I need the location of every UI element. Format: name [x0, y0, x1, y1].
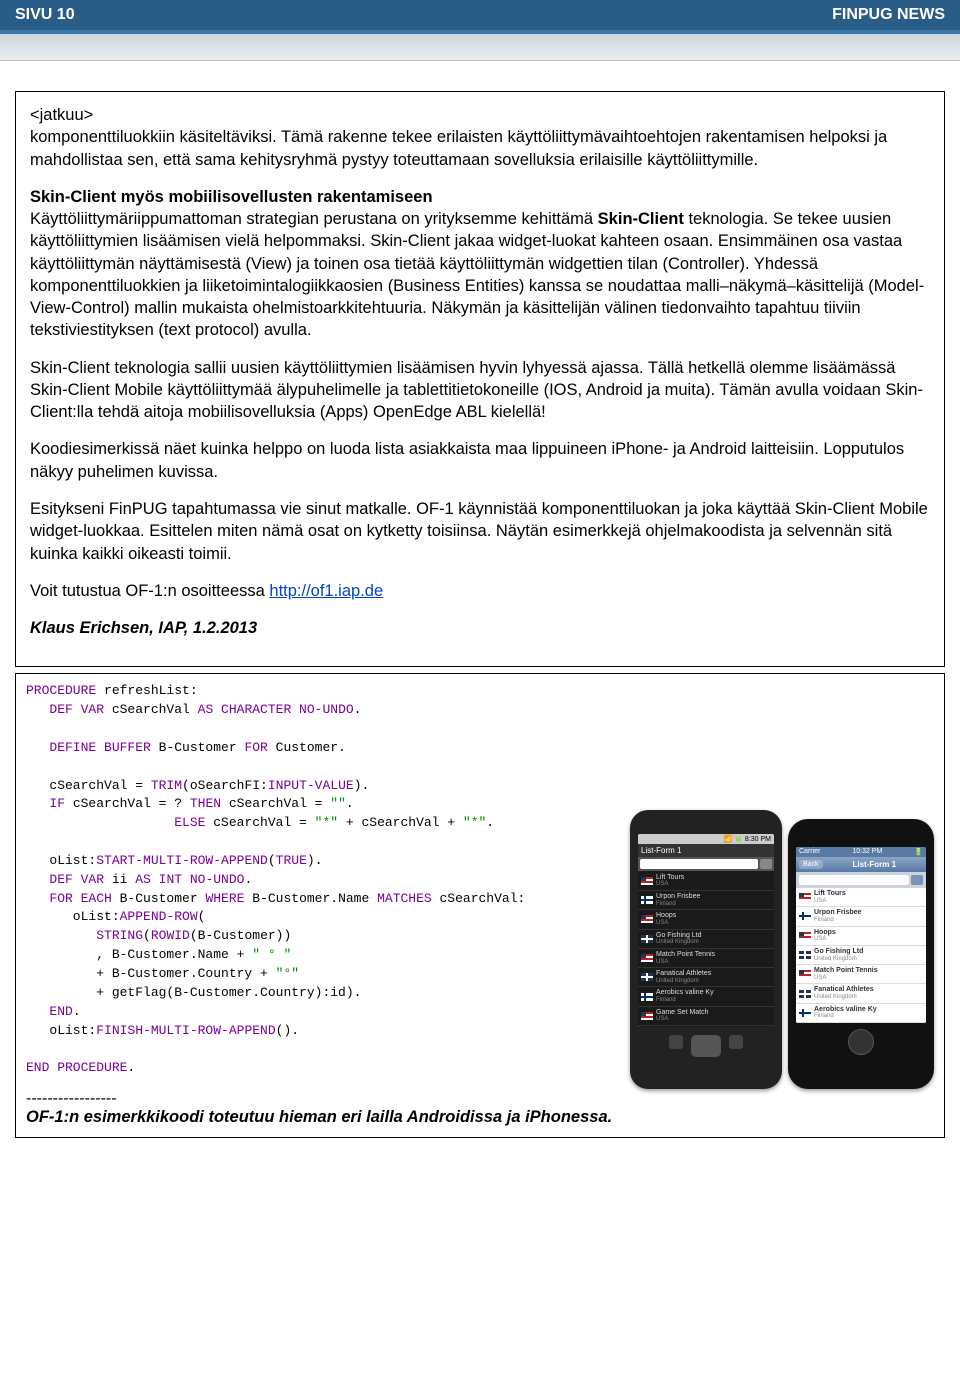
flag-icon — [641, 935, 653, 943]
paragraph-3: Skin-Client teknologia sallii uusien käy… — [30, 357, 930, 424]
iphone-list: Lift ToursUSA Urpon FrisbeeFinland HoopsUS… — [796, 888, 926, 1023]
list-item-label: Fanatical AthletesUnited Kingdom — [656, 970, 711, 984]
flag-icon — [799, 1009, 811, 1017]
flag-icon — [799, 893, 811, 901]
list-item[interactable]: Go Fishing LtdUnited Kingdom — [638, 930, 774, 949]
android-screen: 📶 🔋 8:30 PM List-Form 1 Lift ToursUSA Urp… — [638, 834, 774, 1027]
android-search-input[interactable] — [640, 859, 758, 869]
android-btn-center[interactable] — [691, 1035, 721, 1057]
list-item-label: HoopsUSA — [814, 929, 836, 943]
list-item[interactable]: Game Set MatchUSA — [638, 1007, 774, 1026]
code-footer: ----------------- OF-1:n esimerkkikoodi … — [26, 1090, 934, 1127]
of1-link[interactable]: http://of1.iap.de — [269, 582, 383, 600]
flag-icon — [641, 993, 653, 1001]
paragraph-5: Esitykseni FinPUG tapahtumassa vie sinut… — [30, 498, 930, 565]
iphone-battery-icon: 🔋 — [914, 848, 923, 856]
code-example-box: PROCEDURE refreshList: DEF VAR cSearchVa… — [15, 673, 945, 1138]
list-item[interactable]: Urpon FrisbeeFinland — [796, 907, 926, 926]
list-item[interactable]: Match Point TennisUSA — [796, 965, 926, 984]
list-item-label: Game Set MatchUSA — [656, 1009, 709, 1023]
flag-icon — [641, 1012, 653, 1020]
flag-icon — [799, 970, 811, 978]
iphone-status-bar: Carrier 10:32 PM 🔋 — [796, 847, 926, 857]
iphone-search-input[interactable] — [799, 875, 909, 885]
iphone-home-button[interactable] — [848, 1029, 874, 1055]
iphone-carrier: Carrier — [799, 848, 820, 856]
para2-part2: teknologia. Se tekee uusien käyttöliitty… — [30, 210, 924, 339]
flag-icon — [799, 951, 811, 959]
list-item[interactable]: Aerobics valine KyFinland — [796, 1004, 926, 1023]
author-signature: Klaus Erichsen, IAP, 1.2.2013 — [30, 617, 930, 639]
para2-part1: Käyttöliittymäriippumattoman strategian … — [30, 210, 598, 228]
list-item-label: Lift ToursUSA — [814, 890, 846, 904]
list-item[interactable]: Lift ToursUSA — [638, 872, 774, 891]
android-list: Lift ToursUSA Urpon FrisbeeFinland HoopsUS… — [638, 871, 774, 1027]
android-search-button[interactable] — [760, 859, 772, 869]
code-caption: OF-1:n esimerkkikoodi toteutuu hieman er… — [26, 1108, 934, 1127]
list-item[interactable]: Urpon FrisbeeFinland — [638, 891, 774, 910]
page-number: SIVU 10 — [15, 6, 75, 24]
iphone-screen: Carrier 10:32 PM 🔋 Back List-Form 1 Lift… — [796, 847, 926, 1023]
list-item-label: Match Point TennisUSA — [814, 967, 878, 981]
android-header-title: List-Form 1 — [641, 846, 681, 855]
list-item[interactable]: Lift ToursUSA — [796, 888, 926, 907]
continuation-tag: <jatkuu> — [30, 106, 93, 124]
list-item-label: Match Point TennisUSA — [656, 951, 715, 965]
list-item-label: Lift ToursUSA — [656, 874, 684, 888]
android-hw-buttons — [638, 1035, 774, 1057]
flag-icon — [641, 896, 653, 904]
list-item-label: Urpon FrisbeeFinland — [656, 893, 700, 907]
android-btn-left[interactable] — [669, 1035, 683, 1049]
list-item-label: Go Fishing LtdUnited Kingdom — [814, 948, 863, 962]
android-btn-right[interactable] — [729, 1035, 743, 1049]
android-phone: 📶 🔋 8:30 PM List-Form 1 Lift ToursUSA Urp… — [630, 810, 782, 1089]
flag-icon — [799, 990, 811, 998]
phone-mockups: 📶 🔋 8:30 PM List-Form 1 Lift ToursUSA Urp… — [630, 810, 934, 1089]
list-item-label: Fanatical AthletesUnited Kingdom — [814, 986, 874, 1000]
list-item-label: Urpon FrisbeeFinland — [814, 909, 861, 923]
android-status-bar: 📶 🔋 8:30 PM — [638, 834, 774, 844]
flag-icon — [641, 954, 653, 962]
iphone-back-button[interactable]: Back — [799, 860, 823, 869]
flag-icon — [799, 932, 811, 940]
paragraph-4: Koodiesimerkissä näet kuinka helppo on l… — [30, 438, 930, 483]
list-item[interactable]: Fanatical AthletesUnited Kingdom — [638, 968, 774, 987]
page-header: SIVU 10 FINPUG NEWS — [0, 0, 960, 34]
para2-bold: Skin-Client — [598, 210, 684, 228]
flag-icon — [641, 973, 653, 981]
list-item-label: Go Fishing LtdUnited Kingdom — [656, 932, 702, 946]
separator-dashes: ----------------- — [26, 1090, 934, 1108]
iphone-time: 10:32 PM — [852, 848, 882, 856]
android-app-header: List-Form 1 — [638, 844, 774, 857]
list-item[interactable]: HoopsUSA — [796, 927, 926, 946]
header-background — [0, 34, 960, 61]
list-item[interactable]: Go Fishing LtdUnited Kingdom — [796, 946, 926, 965]
android-search-row — [638, 857, 774, 871]
iphone-header-title: List-Form 1 — [826, 860, 923, 869]
iphone: Carrier 10:32 PM 🔋 Back List-Form 1 Lift… — [788, 819, 934, 1089]
list-item-label: Aerobics valine KyFinland — [656, 989, 714, 1003]
publication-name: FINPUG NEWS — [832, 6, 945, 24]
iphone-app-header: Back List-Form 1 — [796, 857, 926, 872]
list-item[interactable]: Match Point TennisUSA — [638, 949, 774, 968]
iphone-search-row — [796, 872, 926, 888]
list-item[interactable]: HoopsUSA — [638, 910, 774, 929]
intro-text: komponenttiluokkiin käsiteltäviksi. Tämä… — [30, 128, 887, 168]
iphone-search-button[interactable] — [911, 875, 923, 885]
flag-icon — [641, 915, 653, 923]
list-item[interactable]: Fanatical AthletesUnited Kingdom — [796, 984, 926, 1003]
flag-icon — [799, 912, 811, 920]
flag-icon — [641, 877, 653, 885]
section-heading: Skin-Client myös mobiilisovellusten rake… — [30, 188, 433, 206]
article-box: <jatkuu> komponenttiluokkiin käsiteltävi… — [15, 91, 945, 667]
para6-text: Voit tutustua OF-1:n osoitteessa — [30, 582, 269, 600]
list-item-label: HoopsUSA — [656, 912, 676, 926]
list-item[interactable]: Aerobics valine KyFinland — [638, 987, 774, 1006]
list-item-label: Aerobics valine KyFinland — [814, 1006, 877, 1020]
